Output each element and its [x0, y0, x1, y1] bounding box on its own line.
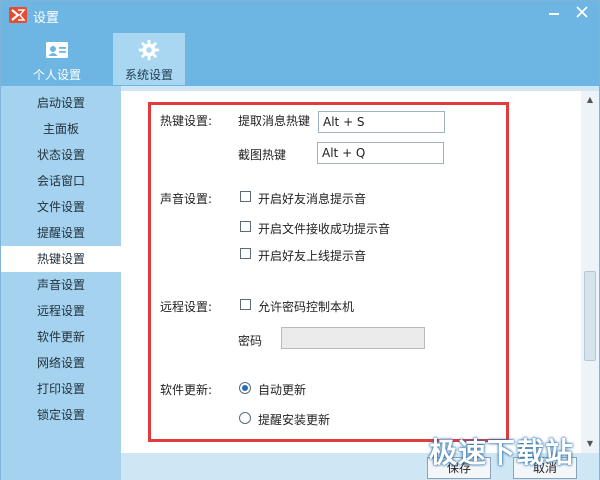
sidebar-item-file[interactable]: 文件设置: [1, 194, 121, 220]
sidebar-item-lock[interactable]: 锁定设置: [1, 402, 121, 428]
friend-online-sound-checkbox[interactable]: [240, 248, 251, 259]
title-bar[interactable]: 设置: [1, 1, 599, 29]
password-input[interactable]: [281, 327, 425, 349]
watermark-logo: 极速下载站: [429, 436, 575, 469]
screenshot-hotkey-label: 截图热键: [238, 148, 287, 162]
friend-message-sound-checkbox[interactable]: [240, 191, 251, 202]
extract-hotkey-input[interactable]: Alt + S: [318, 111, 445, 133]
friend-online-sound-label: 开启好友上线提示音: [258, 249, 367, 263]
remind-install-update-radio[interactable]: [239, 412, 251, 424]
hotkey-section-label: 热键设置:: [160, 114, 213, 128]
sidebar-item-software-update[interactable]: 软件更新: [1, 324, 121, 350]
minimize-icon: [549, 13, 559, 15]
id-card-icon: [46, 42, 68, 58]
sound-section-label: 声音设置:: [160, 192, 213, 206]
vertical-scrollbar[interactable]: ▲ ▼: [581, 91, 599, 453]
sidebar-item-startup[interactable]: 启动设置: [1, 90, 121, 116]
settings-sidebar: 启动设置 主面板 状态设置 会话窗口 文件设置 提醒设置 热键设置 声音设置 远…: [1, 86, 121, 480]
file-received-sound-checkbox[interactable]: [240, 221, 251, 232]
close-button[interactable]: [572, 5, 592, 23]
screenshot-hotkey-input[interactable]: Alt + Q: [317, 142, 444, 164]
app-logo-icon: [9, 7, 27, 23]
top-tab-bar: 个人设置 系统设置: [1, 29, 599, 86]
scroll-down-arrow-icon[interactable]: ▼: [581, 437, 599, 451]
window-title: 设置: [33, 11, 60, 26]
password-label: 密码: [238, 334, 263, 348]
sidebar-item-remote[interactable]: 远程设置: [1, 298, 121, 324]
settings-window: 设置 个人设置 系统设置 启动设置 主面板 状态设置 会话窗口 文件设置 提醒设…: [0, 0, 600, 480]
sidebar-item-reminder[interactable]: 提醒设置: [1, 220, 121, 246]
scroll-thumb[interactable]: [584, 271, 596, 361]
tab-personal-settings[interactable]: 个人设置: [21, 33, 93, 85]
scroll-up-arrow-icon[interactable]: ▲: [581, 93, 599, 107]
sidebar-item-print[interactable]: 打印设置: [1, 376, 121, 402]
auto-update-radio[interactable]: [239, 382, 251, 394]
tab-label: 系统设置: [124, 68, 173, 82]
allow-password-control-checkbox[interactable]: [240, 299, 251, 310]
tab-system-settings[interactable]: 系统设置: [113, 33, 185, 85]
sidebar-item-main-panel[interactable]: 主面板: [1, 116, 121, 142]
allow-password-control-label: 允许密码控制本机: [258, 300, 355, 314]
sidebar-item-session-window[interactable]: 会话窗口: [1, 168, 121, 194]
tab-label: 个人设置: [32, 68, 81, 82]
extract-hotkey-label: 提取消息热键: [238, 114, 311, 128]
friend-message-sound-label: 开启好友消息提示音: [258, 192, 367, 206]
sidebar-item-status[interactable]: 状态设置: [1, 142, 121, 168]
content-top-strip: [121, 86, 581, 91]
sidebar-item-network[interactable]: 网络设置: [1, 350, 121, 376]
minimize-button[interactable]: [544, 5, 564, 23]
update-section-label: 软件更新:: [160, 383, 213, 397]
sidebar-item-hotkey[interactable]: 热键设置: [1, 246, 121, 272]
file-received-sound-label: 开启文件接收成功提示音: [258, 222, 391, 236]
sidebar-item-sound[interactable]: 声音设置: [1, 272, 121, 298]
auto-update-label: 自动更新: [258, 383, 307, 397]
remote-section-label: 远程设置:: [160, 300, 213, 314]
remind-install-update-label: 提醒安装更新: [258, 413, 331, 427]
gear-icon: [138, 39, 160, 61]
close-icon: [576, 6, 588, 18]
